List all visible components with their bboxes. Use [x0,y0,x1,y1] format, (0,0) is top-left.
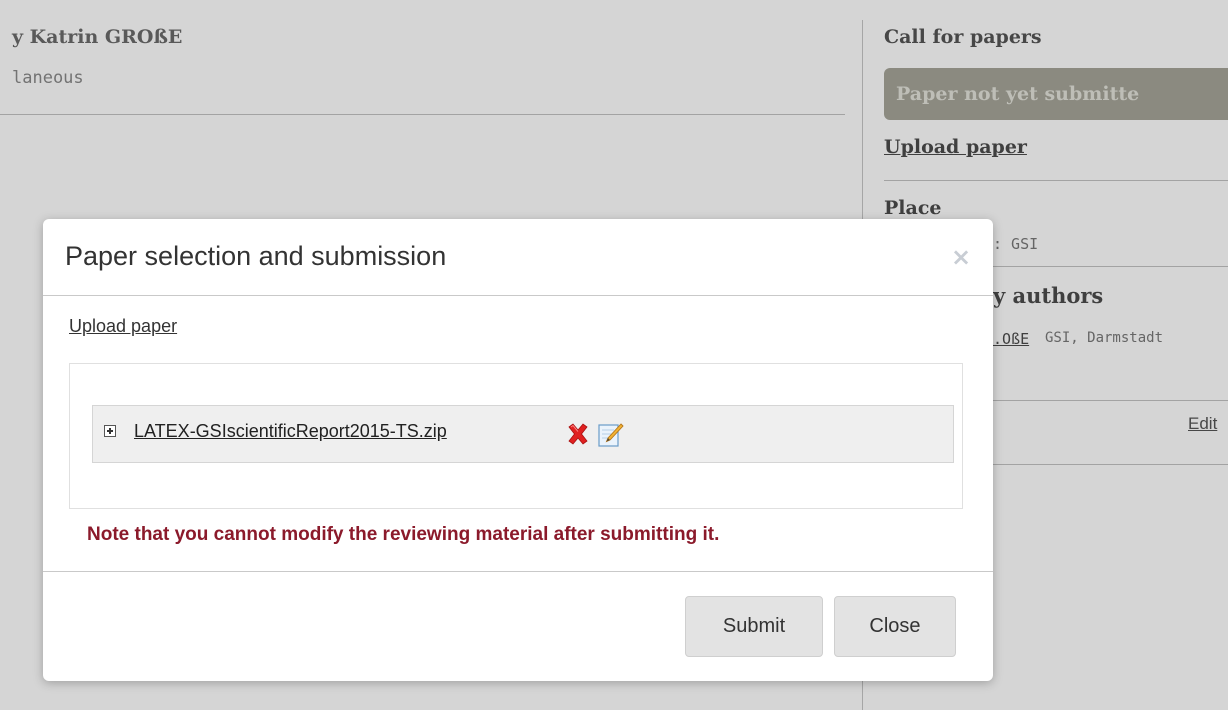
file-row: LATEX-GSIscientificReport2015-TS.zip [92,405,954,463]
file-list-panel: LATEX-GSIscientificReport2015-TS.zip [69,363,963,509]
dialog-footer: Submit Close [43,571,993,681]
edit-pencil-icon[interactable] [598,420,624,448]
dialog-header: Paper selection and submission × [43,219,993,296]
warning-note: Note that you cannot modify the reviewin… [87,524,720,545]
delete-cross-icon[interactable] [566,423,590,445]
close-icon[interactable]: × [949,245,973,269]
paper-submission-dialog: Paper selection and submission × Upload … [43,219,993,681]
file-name-link[interactable]: LATEX-GSIscientificReport2015-TS.zip [134,421,447,442]
close-button[interactable]: Close [834,596,956,657]
expand-plus-icon[interactable] [104,425,116,437]
upload-paper-link[interactable]: Upload paper [69,316,177,337]
submit-button[interactable]: Submit [685,596,823,657]
dialog-title: Paper selection and submission [65,241,447,271]
